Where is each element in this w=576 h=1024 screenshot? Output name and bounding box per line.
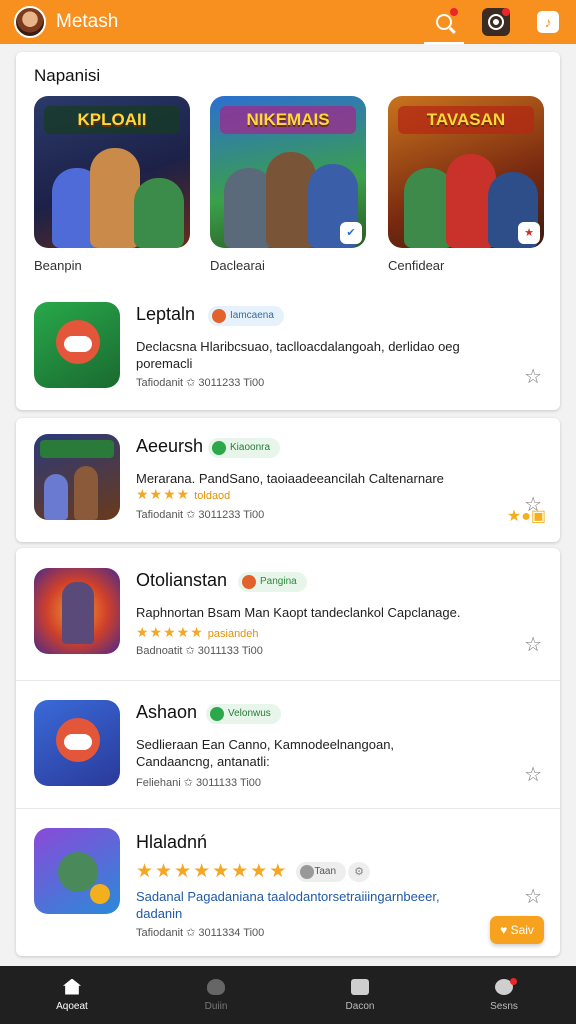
notification-dot: [510, 978, 517, 985]
featured-label: Daclearai: [210, 258, 265, 273]
app-row[interactable]: Aeeursh Kiaoonra Merarana. PandSano, tao…: [16, 414, 560, 542]
app-title: Aeeursh: [136, 436, 204, 456]
featured-item[interactable]: TAVASAN ★ Cenfidear: [388, 96, 544, 273]
notification-dot: [450, 8, 458, 16]
nav-item-messages[interactable]: Sesns: [432, 966, 576, 1024]
verified-icon: ✔: [340, 222, 362, 244]
active-tab-indicator: [424, 42, 464, 44]
app-row[interactable]: Leptaln Iamcaena Declacsna Hlaribcsuao, …: [16, 282, 560, 410]
section-title: Napanisi: [34, 66, 101, 85]
featured-label: Cenfidear: [388, 258, 445, 273]
favorite-icon[interactable]: ☆: [524, 884, 542, 909]
app-header: Mеtаsh ♪: [0, 0, 576, 44]
save-button[interactable]: ♥ Saiv: [490, 916, 544, 944]
divider: [16, 808, 560, 809]
nav-item-library[interactable]: Dacon: [288, 966, 432, 1024]
app-rating: ★★★★★ pasiandeh: [136, 624, 259, 640]
avatar[interactable]: [14, 6, 46, 38]
featured-card: Napanisi KPLOAII Beanpin NIKEMAIS ✔ Dacl…: [16, 52, 560, 410]
app-title: Mеtаsh: [56, 11, 119, 32]
search-button[interactable]: [424, 8, 464, 44]
featured-banner: NIKEMAIS: [220, 106, 356, 134]
featured-game-art: TAVASAN ★: [388, 96, 544, 248]
featured-item[interactable]: KPLOAII Beanpin: [34, 96, 190, 273]
app-tag: Pangina: [238, 572, 307, 592]
app-icon: [34, 700, 120, 786]
app-icon: [34, 434, 120, 520]
search-icon: [436, 14, 452, 30]
favorite-icon[interactable]: ☆: [524, 632, 542, 657]
music-note-icon: ♪: [537, 11, 559, 33]
app-title: Leptaln: [136, 304, 196, 324]
app-tag: Velonwus: [206, 704, 281, 724]
bottom-nav: Aqoeat Duiin Dacon Sesns: [0, 966, 576, 1024]
app-row[interactable]: Ashaon Velonwus Sedlieraan Ean Canno, Ka…: [16, 680, 560, 808]
gamepad-icon: [207, 978, 225, 995]
featured-item[interactable]: NIKEMAIS ✔ Daclearai: [210, 96, 366, 273]
app-title: Hlaladnń: [136, 832, 208, 852]
favorite-icon[interactable]: ☆: [524, 364, 542, 389]
app-meta: Tafiodanit ✩ 3011233 Ti00: [136, 377, 265, 389]
featured-label: Beanpin: [34, 258, 82, 273]
featured-game-art: KPLOAII: [34, 96, 190, 248]
app-tag: Kiaoonra: [208, 438, 281, 458]
app-rating: ★★★★ toldaod: [136, 486, 231, 502]
app-meta: Feliehani ✩ 3011133 Ti00: [136, 777, 262, 789]
app-icon: [34, 568, 120, 654]
home-icon: [63, 978, 81, 995]
favorite-icon[interactable]: ☆: [524, 762, 542, 787]
featured-game-art: NIKEMAIS ✔: [210, 96, 366, 248]
coin-icon: ★●▣: [506, 508, 546, 525]
app-description: Sadanal Pagadaniana taalodantorsetraiiin…: [136, 889, 440, 921]
app-description: Sedlieraan Ean Canno, Kamnodeelnangoan, …: [136, 737, 395, 769]
nav-item-home[interactable]: Aqoeat: [0, 966, 144, 1024]
library-icon: [351, 978, 369, 995]
app-row[interactable]: Hlaladnń ★★★★★★★★ 3.Taan ⚙ Sadanal Pagad…: [16, 810, 560, 956]
featured-banner: TAVASAN: [398, 106, 534, 134]
app-meta: Tafiodanit ✩ 3011334 Ti00: [136, 927, 265, 939]
record-notification-dot: [502, 8, 510, 16]
app-meta: Tafiodanit ✩ 3011233 Ti00: [136, 509, 265, 521]
badge-icon: ★: [518, 222, 540, 244]
app-tag: 3.Taan: [296, 862, 347, 882]
app-row[interactable]: Otolianstan Pangina Raphnortan Bsam Man …: [16, 548, 560, 676]
app-tag: Iamcaena: [208, 306, 284, 326]
app-meta: Badnoatit ✩ 3011133 Ti00: [136, 645, 263, 657]
app-list-card: Otolianstan Pangina Raphnortan Bsam Man …: [16, 548, 560, 956]
app-icon: [34, 302, 120, 388]
app-description: Raphnortan Bsam Man Kaopt tandeclankol C…: [136, 605, 461, 620]
music-button[interactable]: ♪: [534, 8, 562, 36]
settings-icon[interactable]: ⚙: [348, 862, 370, 882]
nav-item-games[interactable]: Duiin: [144, 966, 288, 1024]
app-title: Otolianstan: [136, 570, 228, 590]
app-description: Merarana. PandSano, taoiaadeeancilah Cal…: [136, 471, 444, 486]
app-rating: ★★★★★★★★: [136, 861, 289, 882]
featured-banner: KPLOAII: [44, 106, 180, 134]
app-icon: [34, 828, 120, 914]
app-card: Aeeursh Kiaoonra Merarana. PandSano, tao…: [16, 418, 560, 542]
app-description: Declacsna Hlaribcsuao, taclloacdalangoah…: [136, 339, 460, 371]
app-title: Ashaon: [136, 702, 198, 722]
record-button[interactable]: [482, 8, 510, 36]
